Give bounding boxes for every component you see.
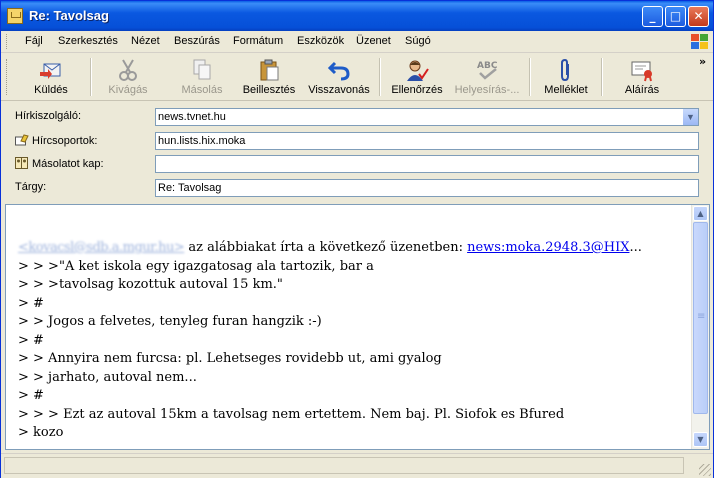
- resize-grip-icon[interactable]: [699, 464, 711, 476]
- menu-bar: Fájl Szerkesztés Nézet Beszúrás Formátum…: [1, 31, 713, 53]
- menu-message[interactable]: Üzenet: [356, 35, 391, 47]
- toolbar-separator: [529, 58, 531, 96]
- undo-button[interactable]: Visszavonás: [306, 55, 372, 98]
- scroll-down-arrow-icon[interactable]: ▼: [693, 432, 708, 447]
- maximize-icon: □: [669, 9, 682, 23]
- news-server-select[interactable]: news.tvnet.hu ▼: [155, 108, 699, 126]
- sender-address: <kovacsl@sdb.a.mgur.hu>: [18, 240, 185, 255]
- sign-label: Aláírás: [624, 84, 660, 96]
- message-body-editor[interactable]: <kovacsl@sdb.a.mgur.hu> az alábbiakat ír…: [5, 204, 710, 450]
- copy-button[interactable]: Másolás: [171, 55, 233, 98]
- toolbar: Küldés Kivágás Másolás Beillesztés Vissz…: [1, 53, 713, 101]
- message-link[interactable]: news:moka.2948.3@HIX: [467, 240, 629, 255]
- reply-header-line: <kovacsl@sdb.a.mgur.hu> az alábbiakat ír…: [18, 239, 642, 258]
- newsgroups-field[interactable]: hun.lists.hix.moka: [155, 132, 699, 150]
- quoted-line: > > > Ezt az autoval 15km a tavolsag nem…: [18, 406, 565, 422]
- scrollbar-thumb[interactable]: [693, 222, 708, 414]
- check-names-label: Ellenőrzés: [391, 84, 443, 96]
- quoted-line: > > >tavolsag kozottuk autoval 15 km.": [18, 277, 283, 292]
- subject-label: Tárgy:: [15, 181, 47, 193]
- check-names-button[interactable]: Ellenőrzés: [387, 55, 447, 98]
- quoted-line: > #: [18, 388, 44, 403]
- scissors-icon: [119, 59, 137, 81]
- send-label: Küldés: [34, 84, 68, 96]
- message-window: Re: Tavolsag _ □ ✕ Fájl Szerkesztés Néze…: [0, 0, 714, 478]
- compose-message-icon: [7, 8, 23, 24]
- send-button[interactable]: Küldés: [19, 55, 83, 98]
- toolbar-separator: [379, 58, 381, 96]
- send-icon: [40, 63, 61, 79]
- status-bar: [1, 453, 713, 478]
- vertical-scrollbar[interactable]: ▲ ▼: [691, 205, 709, 449]
- cc-label[interactable]: Másolatot kap:: [15, 157, 104, 170]
- menu-grip[interactable]: [6, 34, 10, 49]
- close-button[interactable]: ✕: [688, 6, 709, 27]
- close-icon: ✕: [693, 9, 704, 23]
- minimize-icon: _: [649, 9, 656, 23]
- toolbar-separator: [90, 58, 92, 96]
- paperclip-icon: [561, 58, 569, 82]
- subject-field[interactable]: Re: Tavolsag: [155, 179, 699, 197]
- menu-help[interactable]: Súgó: [405, 35, 431, 47]
- menu-file[interactable]: Fájl: [25, 35, 43, 47]
- toolbar-separator: [601, 58, 603, 96]
- menu-tools[interactable]: Eszközök: [297, 35, 344, 47]
- windows-logo-icon: [691, 34, 709, 50]
- undo-label: Visszavonás: [308, 84, 370, 96]
- toolbar-overflow-chevron-icon[interactable]: »: [699, 55, 706, 68]
- newsgroups-icon: [15, 134, 29, 146]
- menu-view[interactable]: Nézet: [131, 35, 160, 47]
- quoted-line: > #: [18, 332, 44, 348]
- maximize-button[interactable]: □: [665, 6, 686, 27]
- attach-label: Melléklet: [544, 84, 588, 96]
- quoted-line: > > Jogos a felvetes, tenyleg furan hang…: [18, 314, 322, 329]
- address-book-icon: [15, 157, 28, 169]
- spelling-button[interactable]: ABC Helyesírás-...: [451, 55, 523, 98]
- title-bar[interactable]: Re: Tavolsag _ □ ✕: [1, 1, 713, 31]
- copy-icon: [193, 59, 211, 80]
- cc-field[interactable]: [155, 155, 699, 173]
- message-text: <kovacsl@sdb.a.mgur.hu> az alábbiakat ír…: [18, 239, 642, 443]
- newsgroups-label[interactable]: Hírcsoportok:: [15, 134, 97, 147]
- scroll-up-arrow-icon[interactable]: ▲: [693, 206, 708, 221]
- menu-format[interactable]: Formátum: [233, 35, 283, 47]
- toolbar-grip[interactable]: [6, 59, 10, 95]
- quoted-line: > > Annyira nem furcsa: pl. Lehetseges r…: [18, 351, 442, 366]
- attach-button[interactable]: Melléklet: [537, 55, 595, 98]
- news-server-value: news.tvnet.hu: [158, 111, 226, 123]
- paste-button[interactable]: Beillesztés: [237, 55, 301, 98]
- window-title: Re: Tavolsag: [29, 8, 109, 23]
- reply-intro: az alábbiakat írta a következő üzenetben…: [184, 240, 468, 255]
- copy-label: Másolás: [181, 84, 223, 96]
- spelling-label: Helyesírás-...: [454, 84, 520, 96]
- cut-label: Kivágás: [108, 84, 148, 96]
- menu-edit[interactable]: Szerkesztés: [58, 35, 118, 47]
- status-pane: [4, 457, 684, 474]
- spellcheck-icon: ABC: [477, 61, 498, 80]
- check-names-icon: [407, 60, 429, 81]
- paste-label: Beillesztés: [242, 84, 296, 96]
- menu-insert[interactable]: Beszúrás: [174, 35, 220, 47]
- newsgroups-value: hun.lists.hix.moka: [158, 135, 246, 147]
- minimize-button[interactable]: _: [642, 6, 663, 27]
- clipboard-icon: [260, 59, 279, 81]
- sign-button[interactable]: Aláírás: [613, 55, 671, 98]
- quoted-line: > > jarhato, autoval nem...: [18, 369, 197, 385]
- quoted-line: > kozo: [18, 425, 64, 440]
- quoted-line: > > >"A ket iskola egy igazgatosag ala t…: [18, 258, 374, 274]
- quoted-line: > #: [18, 295, 44, 311]
- link-ellipsis: ...: [629, 240, 642, 255]
- subject-value: Re: Tavolsag: [158, 182, 222, 194]
- chevron-down-icon[interactable]: ▼: [682, 109, 698, 125]
- digital-signature-icon: [631, 61, 652, 82]
- news-server-label: Hírkiszolgáló:: [15, 110, 82, 122]
- undo-icon: [327, 61, 350, 81]
- cut-button[interactable]: Kivágás: [97, 55, 159, 98]
